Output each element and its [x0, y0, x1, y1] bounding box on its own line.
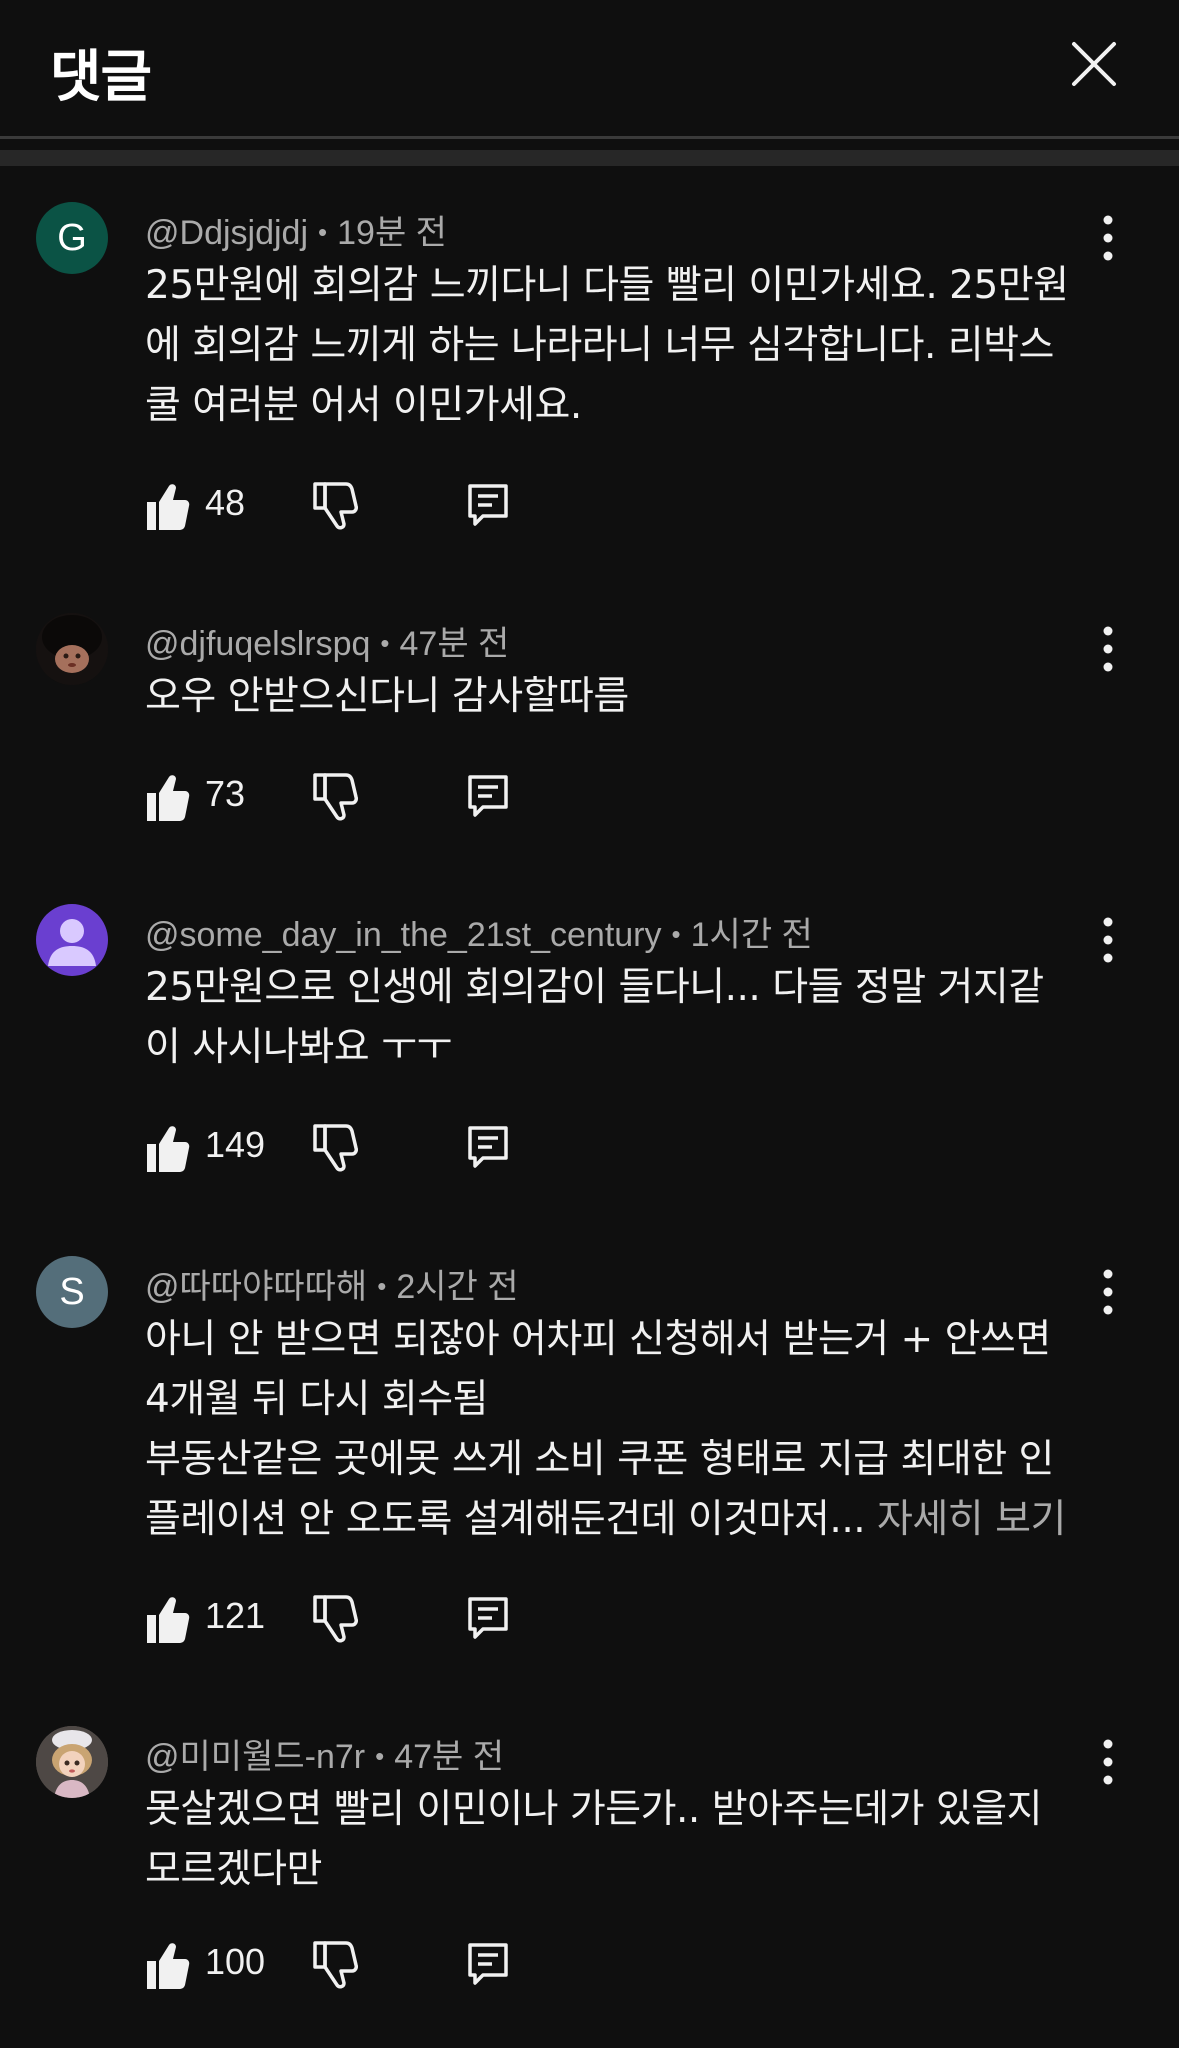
like-button[interactable] [145, 478, 191, 534]
header-divider [0, 136, 1179, 139]
more-vert-icon [1103, 917, 1113, 963]
thumbs-down-icon [313, 482, 358, 530]
comment-time: 19분 전 [337, 214, 447, 252]
comment-text: 아니 안 받으면 되잖아 어차피 신청해서 받는거 + 안쓰면 4개월 뒤 다시… [145, 1310, 1095, 1550]
close-button[interactable] [1058, 28, 1130, 100]
comment-meta: @djfuqelslrspq • 47분 전 [145, 616, 509, 665]
like-count: 73 [205, 773, 246, 814]
reply-button[interactable] [465, 1120, 511, 1176]
reply-comment-icon [468, 484, 508, 526]
meta-separator: • [377, 1271, 387, 1301]
more-vert-icon [1103, 1739, 1113, 1785]
comment-text: 25만원으로 인생에 회의감이 들다니... 다들 정말 거지같 이 사시나봐요… [145, 965, 1044, 1070]
doll-face-photo [36, 613, 108, 685]
more-vert-icon [1103, 1269, 1113, 1315]
avatar[interactable]: G [36, 202, 108, 274]
comment-meta: @some_day_in_the_21st_century • 1시간 전 [145, 907, 813, 956]
comment-time: 1시간 전 [690, 916, 813, 954]
comment-time: 47분 전 [394, 1738, 505, 1776]
comment-author[interactable]: @따따야따따해 [145, 1268, 367, 1306]
comment-time: 47분 전 [399, 625, 510, 663]
meta-separator: • [380, 628, 390, 658]
reply-button[interactable] [465, 1937, 511, 1993]
comment-meta: @Ddjsjdjdj • 19분 전 [145, 205, 447, 254]
comment-meta: @미미월드-n7r • 47분 전 [145, 1729, 504, 1778]
comment-time: 2시간 전 [396, 1268, 519, 1306]
page-title: 댓글 [50, 45, 152, 110]
like-button[interactable] [145, 769, 191, 825]
meta-separator: • [671, 919, 681, 949]
comment-text: 25만원에 회의감 느끼다니 다들 빨리 이민가세요. 25만원 에 회의감 느… [145, 263, 1069, 428]
comment-author[interactable]: @Ddjsjdjdj [145, 214, 308, 252]
thumbs-up-icon [147, 1943, 190, 1989]
comment-author[interactable]: @미미월드-n7r [145, 1738, 365, 1776]
thumbs-down-icon [313, 773, 358, 821]
more-vert-icon [1103, 215, 1113, 261]
avatar[interactable] [36, 1726, 108, 1798]
reply-button[interactable] [465, 769, 511, 825]
avatar-letter: S [59, 1270, 85, 1313]
like-count: 121 [205, 1595, 266, 1636]
avatar[interactable] [36, 904, 108, 976]
reply-comment-icon [468, 775, 508, 817]
read-more-link[interactable]: 자세히 보기 [877, 1497, 1066, 1542]
avatar[interactable]: S [36, 1256, 108, 1328]
reply-comment-icon [468, 1126, 508, 1168]
avatar[interactable] [36, 613, 108, 685]
reply-comment-icon [468, 1597, 508, 1639]
close-icon [1072, 42, 1116, 86]
thumbs-up-icon [147, 1126, 190, 1172]
thumbs-down-icon [313, 1941, 358, 1989]
like-count: 100 [205, 1941, 266, 1982]
dislike-button[interactable] [312, 1591, 358, 1647]
like-count: 149 [205, 1124, 266, 1165]
comment-author[interactable]: @some_day_in_the_21st_century [145, 916, 662, 954]
avatar-letter: G [57, 216, 87, 259]
like-count: 48 [205, 482, 246, 523]
more-options-button[interactable] [1090, 1732, 1126, 1792]
thumbs-down-icon [313, 1124, 358, 1172]
more-options-button[interactable] [1090, 208, 1126, 268]
dislike-button[interactable] [312, 1937, 358, 1993]
like-button[interactable] [145, 1120, 191, 1176]
more-options-button[interactable] [1090, 1262, 1126, 1322]
reply-comment-icon [468, 1943, 508, 1985]
comments-header: 댓글 [0, 0, 1179, 136]
thumbs-down-icon [313, 1595, 358, 1643]
meta-separator: • [375, 1741, 385, 1771]
more-options-button[interactable] [1090, 619, 1126, 679]
more-options-button[interactable] [1090, 910, 1126, 970]
comment-author[interactable]: @djfuqelslrspq [145, 625, 370, 663]
default-user-icon [48, 919, 96, 966]
dislike-button[interactable] [312, 478, 358, 534]
reply-button[interactable] [465, 478, 511, 534]
dislike-button[interactable] [312, 1120, 358, 1176]
like-button[interactable] [145, 1937, 191, 1993]
comment-text: 못살겠으면 빨리 이민이나 가든가.. 받아주는데가 있을지 모르겠다만 [145, 1787, 1043, 1892]
meta-separator: • [318, 217, 328, 247]
like-button[interactable] [145, 1591, 191, 1647]
reply-button[interactable] [465, 1591, 511, 1647]
comment-text: 오우 안받으신다니 감사할따름 [145, 674, 629, 719]
more-vert-icon [1103, 626, 1113, 672]
comment-meta: @따따야따따해 • 2시간 전 [145, 1259, 519, 1308]
thumbs-up-icon [147, 775, 190, 821]
thumbs-up-icon [147, 484, 190, 530]
dislike-button[interactable] [312, 769, 358, 825]
thumbs-up-icon [147, 1597, 190, 1643]
doll-photo [36, 1726, 108, 1798]
section-divider [0, 150, 1179, 166]
